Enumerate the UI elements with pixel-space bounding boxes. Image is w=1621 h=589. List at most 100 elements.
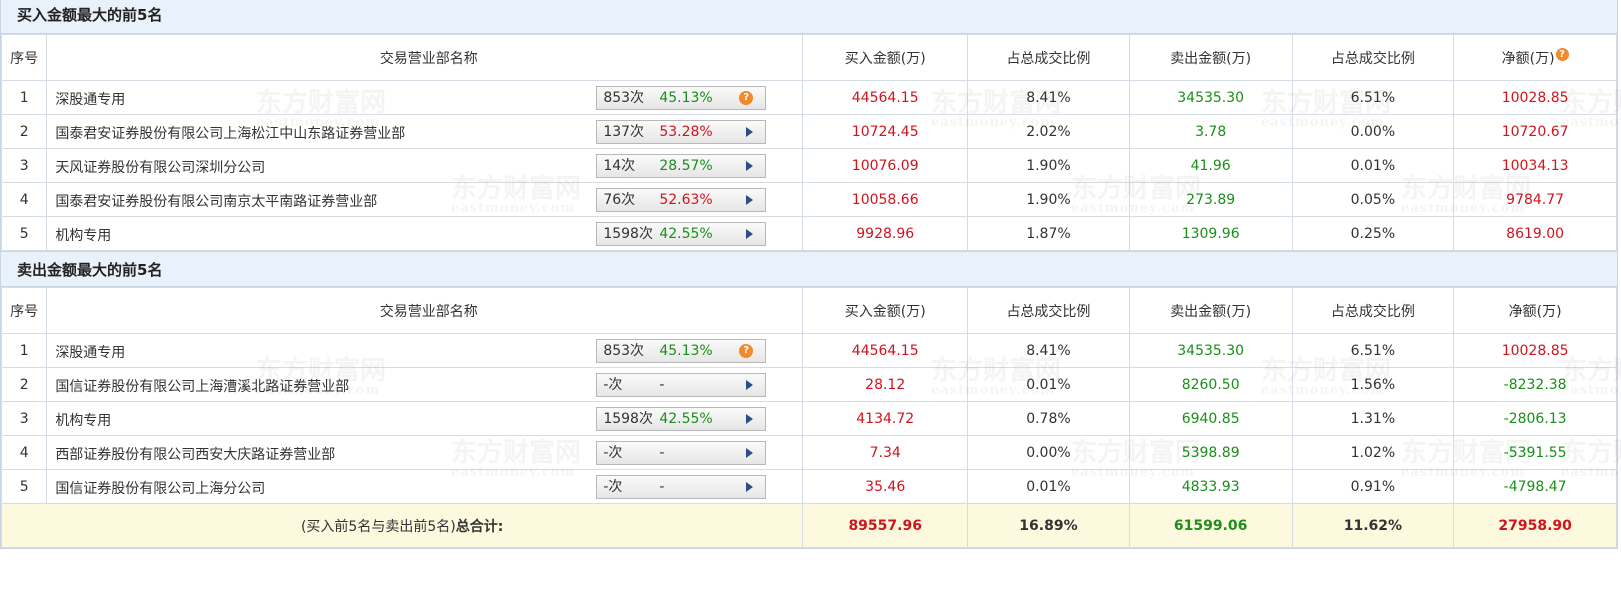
arrow-right-icon[interactable] bbox=[746, 448, 754, 458]
row-index: 3 bbox=[0, 148, 48, 183]
dept-name[interactable]: 天风证券股份有限公司深圳分公司 bbox=[55, 157, 265, 177]
arrow-right-icon[interactable] bbox=[746, 127, 754, 137]
dept-win-rate: 42.55% bbox=[659, 411, 713, 427]
question-icon[interactable]: ? bbox=[739, 91, 754, 105]
total-label-bold: 总合计: bbox=[455, 518, 504, 535]
dept-stats-badge[interactable]: 14次 28.57% bbox=[596, 154, 767, 178]
dept-name[interactable]: 国信证券股份有限公司上海漕溪北路证券营业部 bbox=[55, 376, 349, 396]
table-row: 5 机构专用 1598次 42.55% 9928.96 1.87% 1309.96 0.25%… bbox=[0, 216, 1617, 251]
dept-name-cell: 国信证券股份有限公司上海分公司 -次 - bbox=[46, 469, 804, 504]
dept-name-cell: 国泰君安证券股份有限公司上海松江中山东路证券营业部 137次 53.28% bbox=[46, 114, 804, 149]
row-index: 5 bbox=[0, 469, 48, 504]
dept-name[interactable]: 国信证券股份有限公司上海分公司 bbox=[55, 478, 265, 498]
dept-trade-count: 853次 bbox=[603, 90, 645, 106]
arrow-right-icon[interactable] bbox=[746, 380, 754, 390]
dept-stats-badge[interactable]: 853次 45.13%? bbox=[596, 339, 767, 363]
table-row: 3 机构专用 1598次 42.55% 4134.72 0.78% 6940.85 1.31%… bbox=[0, 401, 1617, 436]
sell-amount: 41.96 bbox=[1128, 148, 1293, 183]
dept-stats-badge[interactable]: 1598次 42.55% bbox=[596, 222, 767, 246]
sell-ratio: 0.25% bbox=[1291, 216, 1455, 251]
total-label: (买入前5名与卖出前5名)总合计: bbox=[0, 503, 804, 548]
net-amount: -4798.47 bbox=[1453, 469, 1617, 504]
dept-name[interactable]: 机构专用 bbox=[55, 225, 111, 245]
sell-ratio: 0.01% bbox=[1291, 148, 1455, 183]
dept-trade-count: -次 bbox=[603, 445, 623, 461]
dept-win-rate: - bbox=[659, 445, 665, 461]
dept-stats-badge[interactable]: 1598次 42.55% bbox=[596, 407, 767, 431]
dept-name[interactable]: 国泰君安证券股份有限公司上海松江中山东路证券营业部 bbox=[55, 123, 405, 143]
row-index: 3 bbox=[0, 401, 48, 436]
dept-name[interactable]: 机构专用 bbox=[55, 410, 111, 430]
buy-amount: 10076.09 bbox=[802, 148, 969, 183]
buy-ratio: 0.00% bbox=[967, 435, 1130, 470]
buy-ratio: 1.90% bbox=[967, 182, 1130, 217]
sell-ratio: 0.05% bbox=[1291, 182, 1455, 217]
dept-name-cell: 西部证券股份有限公司西安大庆路证券营业部 -次 - bbox=[46, 435, 804, 470]
table-row: 2 国信证券股份有限公司上海漕溪北路证券营业部 -次 - 28.12 0.01% 8260.… bbox=[0, 367, 1617, 402]
dept-name[interactable]: 深股通专用 bbox=[55, 342, 125, 362]
dept-trade-count: 1598次 bbox=[603, 226, 653, 242]
total-buy: 89557.96 bbox=[802, 503, 969, 548]
arrow-right-icon[interactable] bbox=[746, 161, 754, 171]
sell-amount: 6940.85 bbox=[1128, 401, 1293, 436]
dept-name-cell: 天风证券股份有限公司深圳分公司 14次 28.57% bbox=[46, 148, 804, 183]
dept-trade-count: 853次 bbox=[603, 343, 645, 359]
buy-ratio: 0.78% bbox=[967, 401, 1130, 436]
sell-amount: 1309.96 bbox=[1128, 216, 1293, 251]
dept-stats-badge[interactable]: 137次 53.28% bbox=[596, 120, 767, 144]
table-row: 1 深股通专用 853次 45.13%? 44564.15 8.41% 34535.30 6.… bbox=[0, 333, 1617, 368]
dept-win-rate: 52.63% bbox=[659, 192, 713, 208]
arrow-right-icon[interactable] bbox=[746, 482, 754, 492]
arrow-right-icon[interactable] bbox=[746, 195, 754, 205]
dept-win-rate: 28.57% bbox=[659, 158, 713, 174]
header-net-label: 净额(万) bbox=[1501, 50, 1555, 67]
question-icon[interactable]: ? bbox=[739, 344, 754, 358]
buy-ratio: 8.41% bbox=[967, 333, 1130, 368]
total-label-prefix: (买入前5名与卖出前5名) bbox=[300, 518, 456, 535]
dept-name[interactable]: 西部证券股份有限公司西安大庆路证券营业部 bbox=[55, 444, 335, 464]
header-sell: 卖出金额(万) bbox=[1128, 34, 1293, 81]
row-index: 2 bbox=[0, 114, 48, 149]
sell-amount: 3.78 bbox=[1128, 114, 1293, 149]
header-name: 交易营业部名称 bbox=[46, 287, 804, 334]
dept-name[interactable]: 国泰君安证券股份有限公司南京太平南路证券营业部 bbox=[55, 191, 377, 211]
header-buy: 买入金额(万) bbox=[802, 34, 969, 81]
sell-ratio: 1.02% bbox=[1291, 435, 1455, 470]
net-amount: -8232.38 bbox=[1453, 367, 1617, 402]
row-index: 1 bbox=[0, 333, 48, 368]
buy-amount: 10058.66 bbox=[802, 182, 969, 217]
arrow-right-icon[interactable] bbox=[746, 229, 754, 239]
dept-stats-badge[interactable]: 76次 52.63% bbox=[596, 188, 767, 212]
buy-ratio: 2.02% bbox=[967, 114, 1130, 149]
question-icon[interactable]: ? bbox=[1555, 47, 1569, 61]
sell-amount: 8260.50 bbox=[1128, 367, 1293, 402]
row-index: 5 bbox=[0, 216, 48, 251]
dept-stats-badge[interactable]: -次 - bbox=[596, 373, 767, 397]
dept-win-rate: 45.13% bbox=[659, 90, 713, 106]
dept-trade-count: 76次 bbox=[603, 192, 636, 208]
sell-amount: 4833.93 bbox=[1128, 469, 1293, 504]
dept-name-cell: 深股通专用 853次 45.13%? bbox=[46, 80, 804, 115]
dept-trade-count: 1598次 bbox=[603, 411, 653, 427]
header-name: 交易营业部名称 bbox=[46, 34, 804, 81]
buy-table: 序号 交易营业部名称 买入金额(万) 占总成交比例 卖出金额(万) 占总成交比例… bbox=[0, 34, 1617, 251]
dept-name[interactable]: 深股通专用 bbox=[55, 89, 125, 109]
net-amount: 10028.85 bbox=[1453, 333, 1617, 368]
buy-ratio: 1.87% bbox=[967, 216, 1130, 251]
header-net: 净额(万)? bbox=[1453, 34, 1617, 81]
dept-stats-badge[interactable]: -次 - bbox=[596, 475, 767, 499]
buy-amount: 4134.72 bbox=[802, 401, 969, 436]
buy-table-header: 序号 交易营业部名称 买入金额(万) 占总成交比例 卖出金额(万) 占总成交比例… bbox=[0, 34, 1617, 81]
buy-amount: 10724.45 bbox=[802, 114, 969, 149]
sell-ratio: 1.56% bbox=[1291, 367, 1455, 402]
net-amount: 10034.13 bbox=[1453, 148, 1617, 183]
header-buy: 买入金额(万) bbox=[802, 287, 969, 334]
arrow-right-icon[interactable] bbox=[746, 414, 754, 424]
buy-ratio: 8.41% bbox=[967, 80, 1130, 115]
dept-stats-badge[interactable]: -次 - bbox=[596, 441, 767, 465]
dept-stats-badge[interactable]: 853次 45.13%? bbox=[596, 86, 767, 110]
dept-win-rate: 45.13% bbox=[659, 343, 713, 359]
net-amount: 10720.67 bbox=[1453, 114, 1617, 149]
header-buy-pct: 占总成交比例 bbox=[967, 34, 1130, 81]
total-sell: 61599.06 bbox=[1128, 503, 1293, 548]
